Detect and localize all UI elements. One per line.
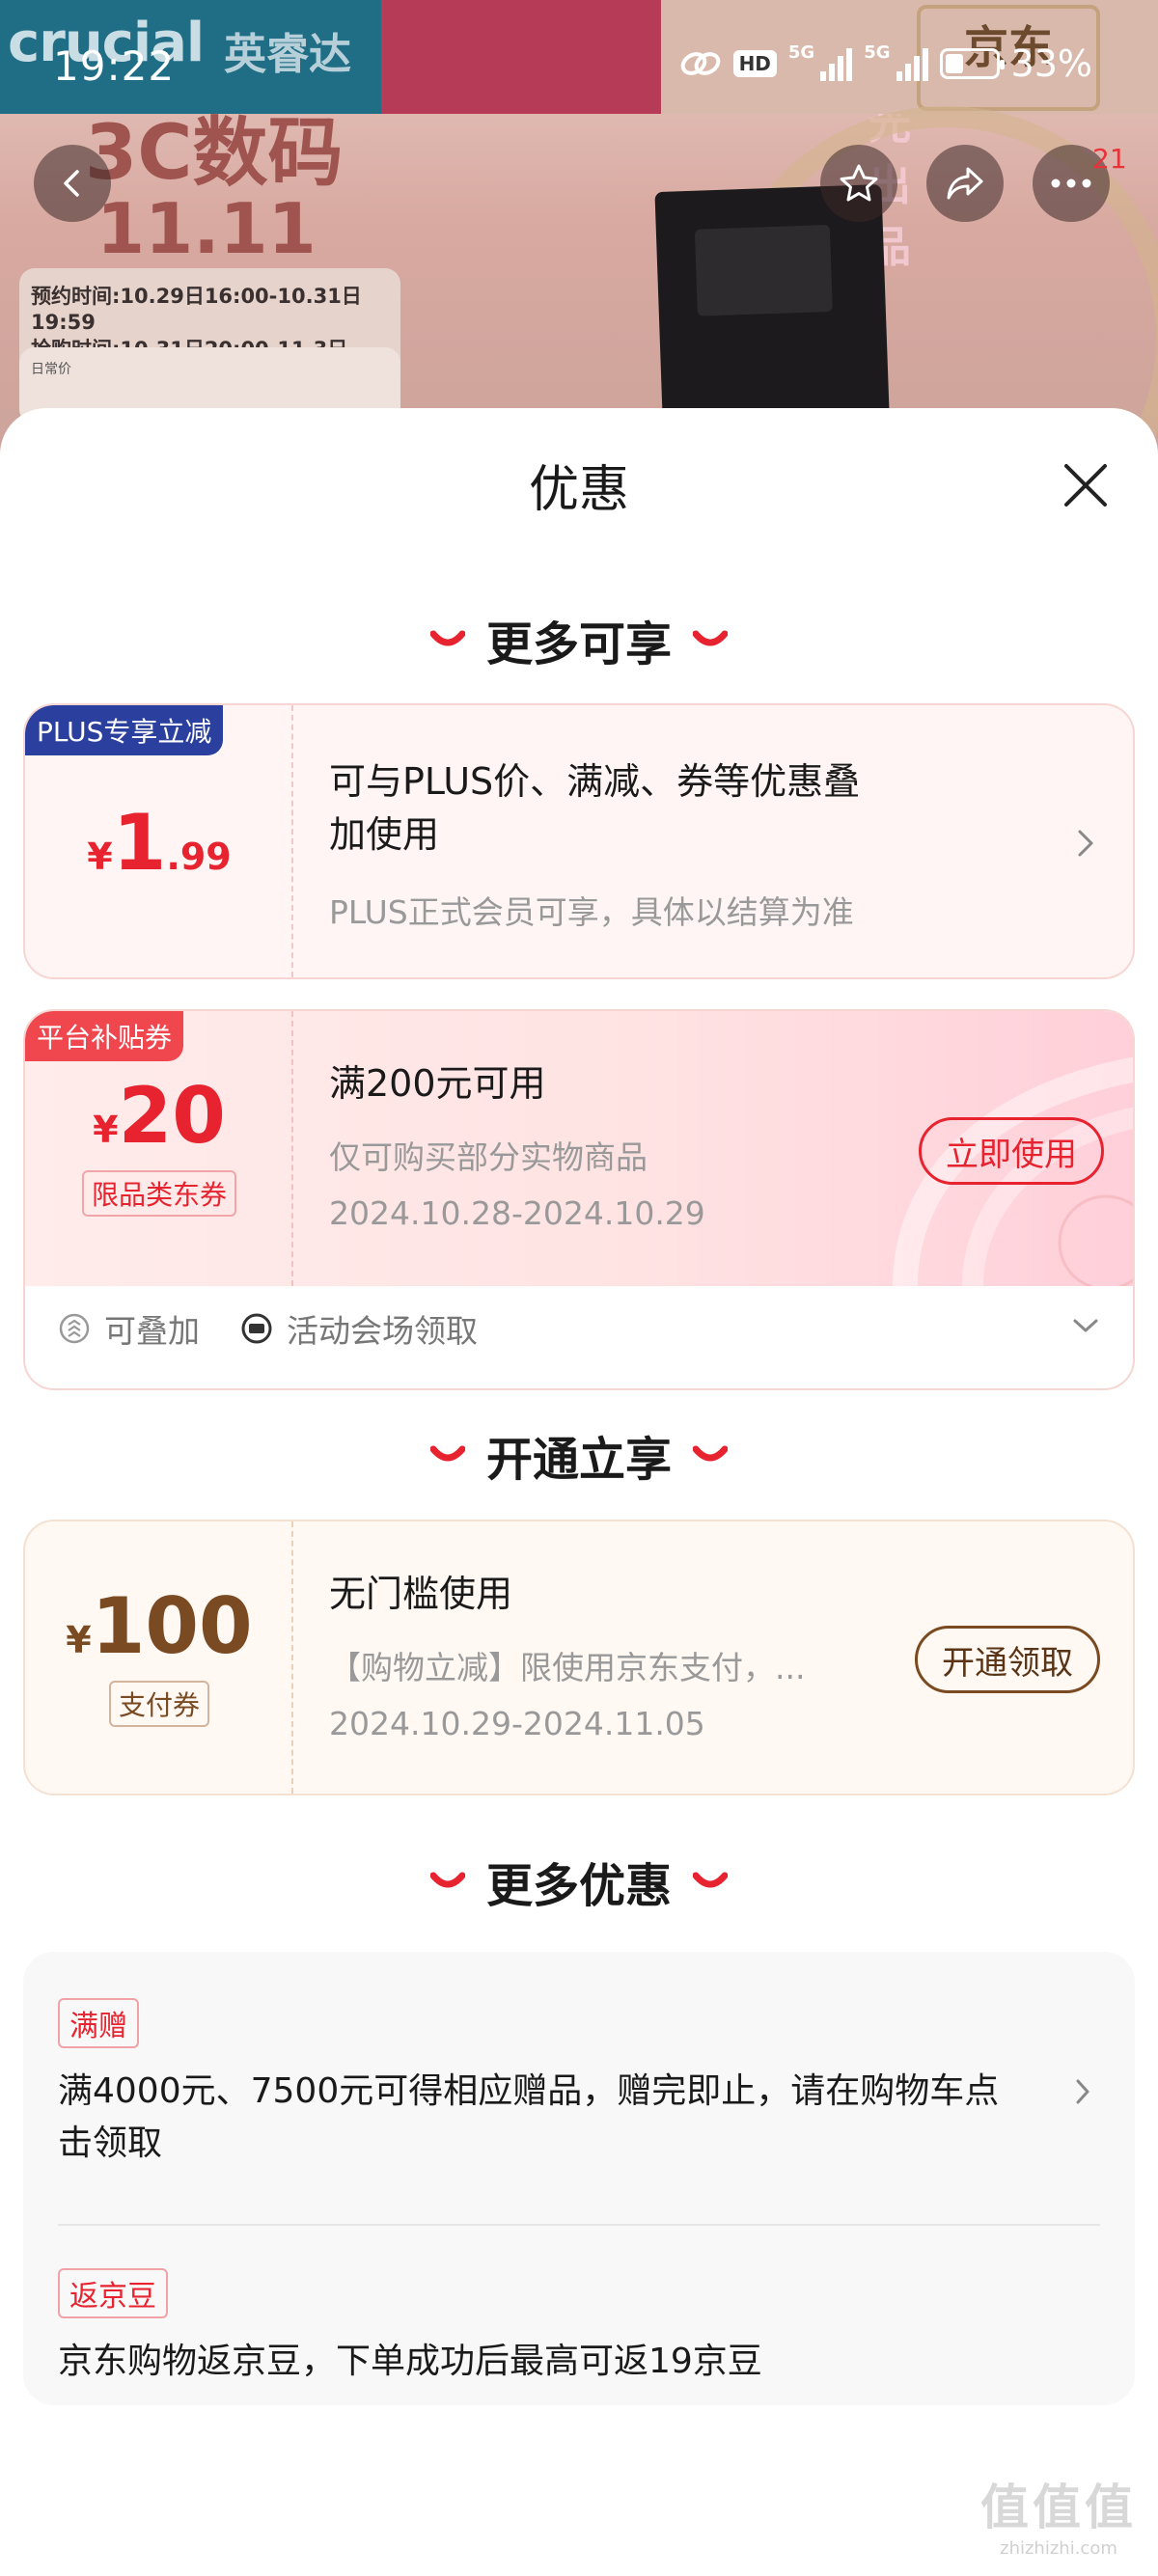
status-time: 19:22 [53, 42, 176, 90]
coupon-validity: 2024.10.28-2024.10.29 [329, 1194, 705, 1232]
promo-text: 京东购物返京豆，下单成功后最高可返19京豆 [58, 2342, 762, 2381]
pay-coupon-type-label: 支付券 [108, 1681, 209, 1727]
coupon-body-bg: ¥20 限品类东券 平台补贴券 满200元可用 仅可购买部分实物商品 2024.… [25, 1011, 1133, 1286]
coupon-price: ¥20 [25, 1071, 293, 1161]
promo-item-jd-beans: 返京豆 京东购物返京豆，下单成功后最高可返19京豆 [58, 2268, 1096, 2388]
back-button[interactable] [34, 145, 111, 222]
section-open-to-enjoy: 开通立享 [0, 1421, 1158, 1489]
promo-text: 满4000元、7500元可得相应赠品，赠完即止，请在购物车点 击领取 [58, 2066, 1058, 2170]
pay-coupon-type: 支付券 [25, 1681, 293, 1727]
promo-item-gift[interactable]: 满赠 满4000元、7500元可得相应赠品，赠完即止，请在购物车点 击领取 [58, 1998, 1058, 2170]
link-icon [680, 52, 720, 75]
plus-card-body: 可与PLUS价、满减、券等优惠叠 加使用 PLUS正式会员可享，具体以结算为准 [329, 705, 1133, 977]
section-more-available: 更多可享 [0, 606, 1158, 673]
share-button[interactable] [926, 145, 1004, 222]
status-bar: 19:22 HD 5G 5G 33% [0, 0, 1158, 135]
plus-desc: 可与PLUS价、满减、券等优惠叠 加使用 [329, 755, 860, 862]
discount-sheet: 优惠 更多可享 ¥1.99 PLUS专享立减 可与PLUS价、满减、券等优惠叠 … [0, 408, 1158, 2576]
hd-icon: HD [732, 50, 777, 77]
chevron-right-icon[interactable] [1073, 2077, 1092, 2106]
presale-time: 预约时间:10.29日16:00-10.31日19:59 [31, 285, 362, 335]
section-more-offers: 更多优惠 [0, 1848, 1158, 1915]
promo-text-line1: 满4000元、7500元可得相应赠品，赠完即止，请在购物车点 [58, 2071, 1000, 2111]
battery-icon [939, 48, 1005, 79]
open-and-claim-button[interactable]: 开通领取 [915, 1626, 1100, 1693]
battery-percent: 33% [1010, 42, 1092, 85]
plus-price: ¥1.99 [25, 798, 293, 888]
price-integer: 1 [112, 798, 167, 888]
battery-level [945, 54, 963, 73]
stack-icon [59, 1313, 90, 1344]
share-icon [947, 167, 983, 200]
close-icon [1064, 464, 1107, 507]
smile-icon-left [429, 1445, 465, 1462]
smile-icon-right [693, 630, 728, 646]
coupon-type: 限品类东券 [25, 1170, 293, 1217]
promo-badge: 满赠 [58, 1998, 139, 2048]
promo-text-line2: 击领取 [58, 2124, 163, 2163]
section-title: 更多优惠 [485, 1859, 672, 1913]
currency-symbol: ¥ [66, 1619, 92, 1661]
network-type-1: 5G [787, 42, 815, 63]
plus-discount-card[interactable]: ¥1.99 PLUS专享立减 可与PLUS价、满减、券等优惠叠 加使用 PLUS… [23, 703, 1135, 979]
watermark-url: zhizhizhi.com [1000, 2538, 1117, 2559]
smile-icon-right [693, 1872, 728, 1888]
source-label: 活动会场领取 [287, 1312, 478, 1350]
promo-badge: 返京豆 [58, 2268, 168, 2318]
coupon-footer: 可叠加 活动会场领取 [58, 1305, 478, 1352]
coupon-condition: 满200元可用 [329, 1062, 546, 1105]
currency-symbol: ¥ [93, 1109, 119, 1151]
daily-price-label: 日常价 [31, 362, 71, 377]
coupon-scope: 仅可购买部分实物商品 [329, 1138, 648, 1176]
promotions-list: 满赠 满4000元、7500元可得相应赠品，赠完即止，请在购物车点 击领取 返京… [23, 1952, 1135, 2405]
price-integer: 20 [118, 1071, 226, 1161]
more-dots-icon [1051, 178, 1091, 188]
price-integer: 100 [91, 1581, 253, 1671]
smile-icon-right [693, 1445, 728, 1462]
pay-price: ¥100 [25, 1581, 293, 1671]
signal-icon-2 [896, 46, 928, 81]
subsidy-tag: 平台补贴券 [25, 1011, 184, 1061]
price-decimal: .99 [166, 836, 232, 878]
pay-condition: 无门槛使用 [329, 1573, 513, 1615]
network-type-2: 5G [864, 42, 891, 63]
plus-desc-line1: 可与PLUS价、满减、券等优惠叠 [329, 760, 861, 803]
pay-card-left: ¥100 支付券 [25, 1521, 293, 1794]
star-icon [840, 164, 878, 202]
pay-coupon-card: ¥100 支付券 无门槛使用 【购物立减】限使用京东支付，... 2024.10… [23, 1520, 1135, 1795]
status-icons: HD 5G 5G 33% [679, 42, 1092, 85]
plus-desc-line2: 加使用 [329, 813, 440, 857]
divider [58, 2224, 1100, 2226]
signal-icon-1 [820, 46, 853, 81]
subsidy-coupon-card: ¥20 限品类东券 平台补贴券 满200元可用 仅可购买部分实物商品 2024.… [23, 1009, 1135, 1390]
watermark-logo: 值值值 [980, 2480, 1137, 2535]
smile-icon-left [429, 1872, 465, 1888]
pay-validity: 2024.10.29-2024.11.05 [329, 1705, 705, 1742]
coupon-type-label: 限品类东券 [81, 1170, 236, 1217]
ssd-chip [694, 224, 833, 316]
use-now-button[interactable]: 立即使用 [919, 1117, 1104, 1185]
plus-tag: PLUS专享立减 [25, 705, 224, 755]
pay-scope: 【购物立减】限使用京东支付，... [329, 1649, 806, 1686]
chevron-down-icon[interactable] [1071, 1316, 1100, 1335]
ticket-icon [241, 1313, 272, 1344]
sheet-title: 优惠 [528, 461, 629, 519]
section-title: 更多可享 [485, 617, 672, 671]
smile-icon-left [429, 630, 465, 646]
close-button[interactable] [1057, 456, 1115, 514]
plus-note: PLUS正式会员可享，具体以结算为准 [329, 893, 854, 931]
favorite-button[interactable] [820, 145, 897, 222]
currency-symbol: ¥ [87, 836, 113, 878]
message-count-badge: 21 [1092, 143, 1127, 175]
chevron-right-icon [1078, 830, 1093, 857]
stackable-label: 可叠加 [104, 1312, 200, 1350]
promo-date: 11.11 [96, 188, 317, 269]
section-title: 开通立享 [485, 1433, 672, 1487]
site-watermark: 值值值 zhizhizhi.com [980, 2469, 1137, 2559]
chevron-left-icon [64, 170, 79, 197]
